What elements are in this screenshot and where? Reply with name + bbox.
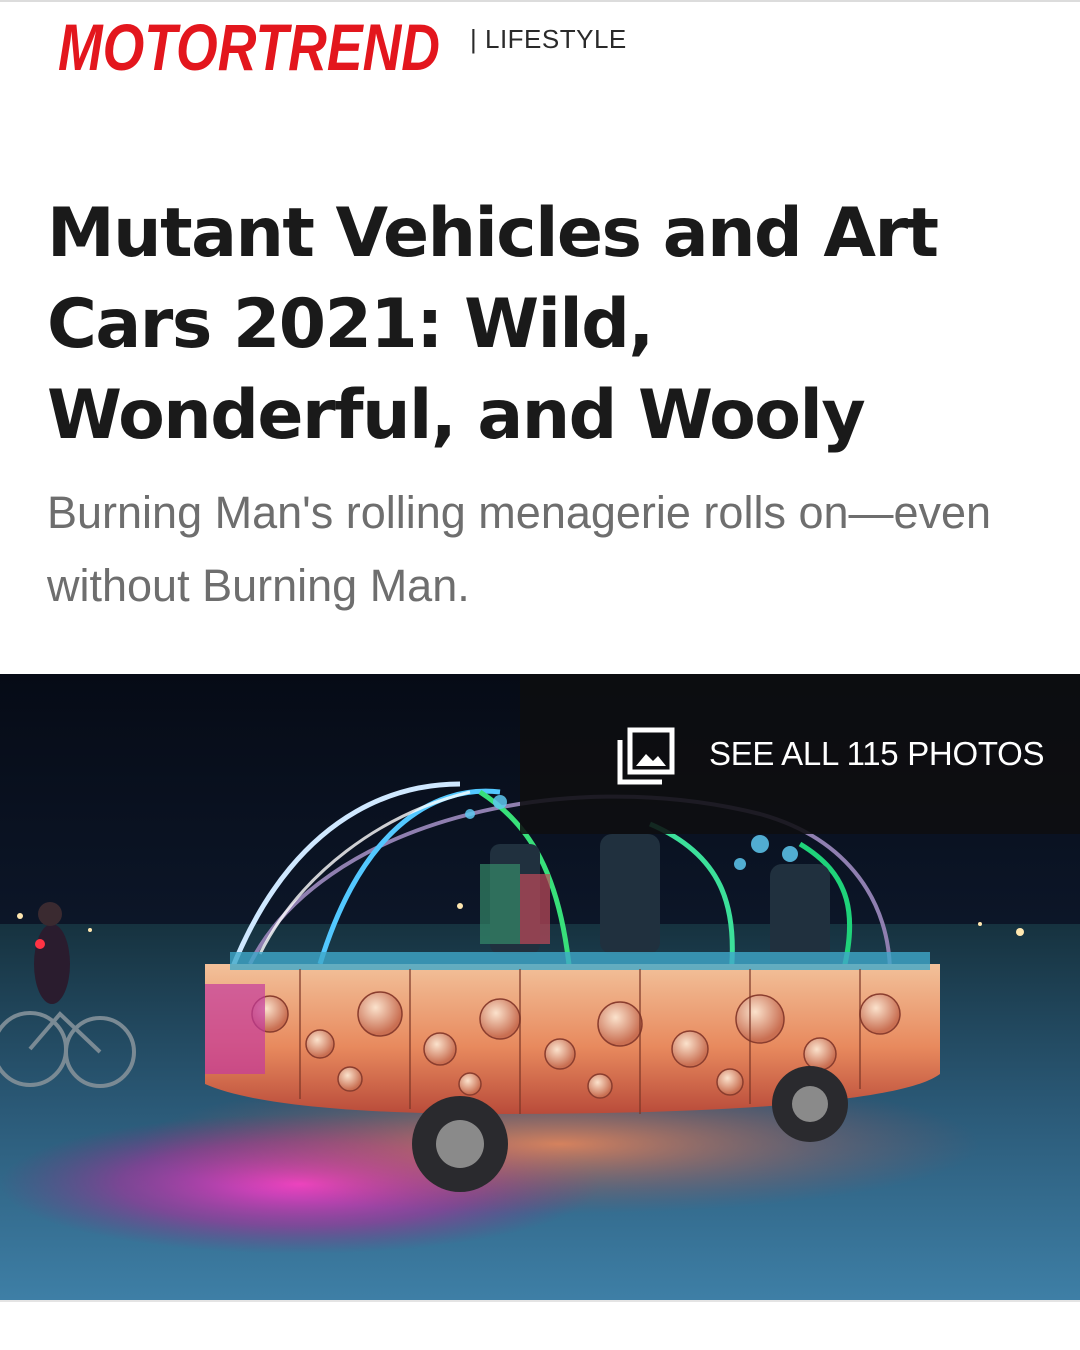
motortrend-logo-graphic: MOTORTREND [58,10,440,76]
see-all-photos-label: SEE ALL 115 PHOTOS [709,735,1045,772]
see-all-photos-button[interactable]: SEE ALL 115 PHOTOS [520,674,1080,834]
site-header: MOTORTREND | LIFESTYLE [0,0,1080,90]
motortrend-logo[interactable]: MOTORTREND [58,6,442,76]
logo-wordmark: MOTORTREND [58,10,440,76]
photo-gallery-icon [616,726,676,786]
article-headline: Mutant Vehicles and Art Cars 2021: Wild,… [47,194,939,455]
section-label-lifestyle[interactable]: | LIFESTYLE [470,24,627,54]
article-dek: Burning Man's rolling menagerie rolls on… [47,487,992,611]
bottom-divider [0,1300,1080,1302]
